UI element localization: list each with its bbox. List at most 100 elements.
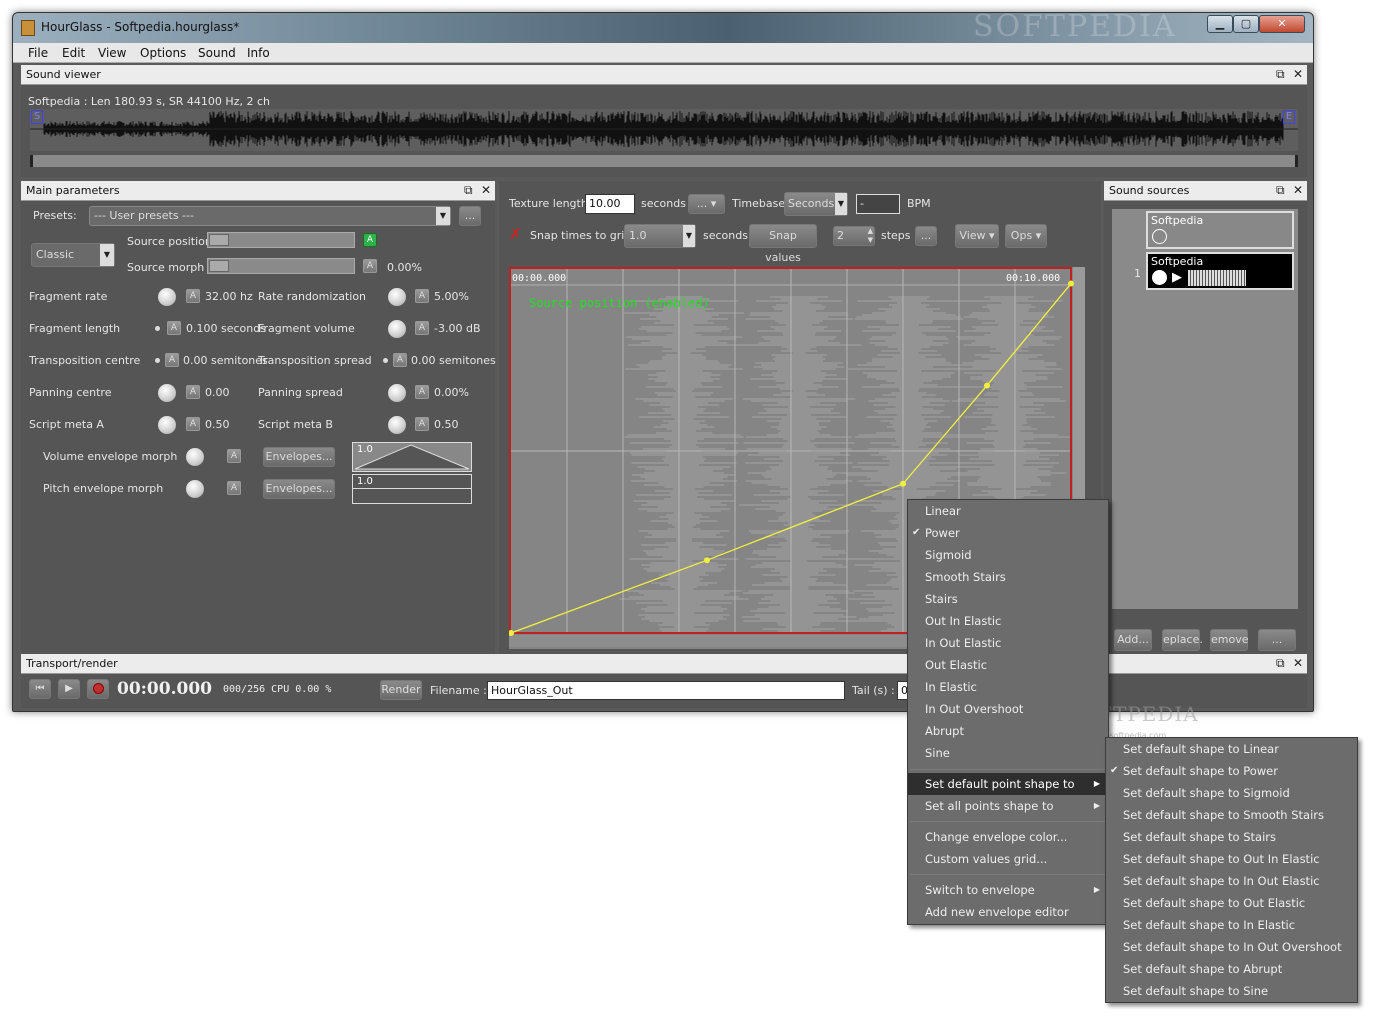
menu-item-shape[interactable]: In Out Elastic	[908, 632, 1108, 654]
close-icon[interactable]: ✕	[481, 183, 491, 197]
source-item[interactable]: Softpedia	[1146, 211, 1294, 249]
menu-options[interactable]: Options	[140, 46, 186, 60]
menu-info[interactable]: Info	[247, 46, 270, 60]
script-meta-b-knob[interactable]	[387, 415, 407, 435]
menu-item-shape[interactable]: Abrupt	[908, 720, 1108, 742]
menu-edit[interactable]: Edit	[62, 46, 85, 60]
source-knob-icon[interactable]	[1152, 229, 1167, 244]
source-morph-auto[interactable]: A	[363, 259, 377, 273]
fragment-rate-auto[interactable]: A	[186, 289, 200, 303]
menu-item-shape[interactable]: Sigmoid	[908, 544, 1108, 566]
menu-sound[interactable]: Sound	[198, 46, 236, 60]
snap-values-button[interactable]: Snap values	[749, 224, 817, 264]
play-icon[interactable]: ▶	[1172, 270, 1182, 285]
maximize-button[interactable]: ▢	[1233, 15, 1259, 33]
menu-item-shape[interactable]: In Out Overshoot	[908, 698, 1108, 720]
steps-more-button[interactable]: ...	[915, 226, 937, 246]
pitch-env-preview[interactable]: 1.0	[352, 474, 472, 504]
rate-randomization-knob[interactable]	[387, 287, 407, 307]
submenu-item-shape[interactable]: Set default shape to Linear	[1106, 738, 1357, 760]
presets-more-button[interactable]: ...	[459, 206, 481, 226]
menu-item-shape[interactable]: Linear	[908, 500, 1108, 522]
play-button[interactable]: ▶	[58, 679, 80, 699]
fragment-length-auto[interactable]: A	[167, 321, 181, 335]
panning-centre-knob[interactable]	[157, 383, 177, 403]
snap-select[interactable]: 1.0 ▼	[624, 224, 696, 248]
volume-env-auto[interactable]: A	[227, 449, 241, 463]
transposition-spread-auto[interactable]: A	[393, 353, 407, 367]
texture-more-dropdown[interactable]: ... ▾	[688, 194, 725, 214]
menu-item-set-default-shape[interactable]: Set default point shape to ▶	[908, 773, 1108, 795]
waveform-overview[interactable]: S E	[30, 109, 1298, 151]
envelope-point[interactable]	[704, 557, 710, 564]
submenu-item-shape[interactable]: ✔ Set default shape to Power	[1106, 760, 1357, 782]
submenu-item-shape[interactable]: Set default shape to Sigmoid	[1106, 782, 1357, 804]
menu-item-shape[interactable]: In Elastic	[908, 676, 1108, 698]
steps-spinbox[interactable]: 2 ▲ ▼	[833, 226, 875, 246]
submenu-item-shape[interactable]: Set default shape to Stairs	[1106, 826, 1357, 848]
submenu-item-shape[interactable]: Set default shape to Abrupt	[1106, 958, 1357, 980]
pitch-envelopes-button[interactable]: Envelopes...	[263, 479, 335, 499]
menu-item-shape[interactable]: Out In Elastic	[908, 610, 1108, 632]
filename-input[interactable]: HourGlass_Out	[487, 681, 845, 700]
panning-centre-auto[interactable]: A	[186, 385, 200, 399]
float-icon[interactable]: ⧉	[1276, 67, 1285, 82]
source-more-button[interactable]: ...	[1258, 629, 1296, 651]
menu-item-shape[interactable]: Out Elastic	[908, 654, 1108, 676]
title-bar[interactable]: HourGlass - Softpedia.hourglass* SOFTPED…	[13, 13, 1313, 44]
submenu-item-shape[interactable]: Set default shape to Out In Elastic	[1106, 848, 1357, 870]
view-button[interactable]: View ▾	[955, 224, 999, 248]
start-marker[interactable]: S	[31, 110, 43, 124]
remove-source-button[interactable]: emove	[1210, 629, 1249, 651]
snap-checkbox-icon[interactable]: ✗	[509, 227, 524, 242]
float-icon[interactable]: ⧉	[464, 183, 473, 198]
menu-view[interactable]: View	[98, 46, 126, 60]
transposition-centre-knob[interactable]	[155, 358, 160, 363]
panning-spread-knob[interactable]	[387, 383, 407, 403]
close-button[interactable]: ✕	[1259, 15, 1305, 33]
source-position-auto[interactable]: A	[363, 233, 377, 247]
transposition-centre-auto[interactable]: A	[165, 353, 179, 367]
menu-item-switch-envelope[interactable]: Switch to envelope ▶	[908, 879, 1108, 901]
float-icon[interactable]: ⧉	[1276, 656, 1285, 671]
script-meta-a-auto[interactable]: A	[186, 417, 200, 431]
fragment-volume-knob[interactable]	[387, 319, 407, 339]
panning-spread-auto[interactable]: A	[415, 385, 429, 399]
fragment-length-knob[interactable]	[155, 326, 160, 331]
submenu-item-shape[interactable]: Set default shape to In Out Overshoot	[1106, 936, 1357, 958]
submenu-item-shape[interactable]: Set default shape to In Elastic	[1106, 914, 1357, 936]
record-button[interactable]	[87, 679, 109, 699]
submenu-item-shape[interactable]: Set default shape to Out Elastic	[1106, 892, 1357, 914]
transposition-spread-knob[interactable]	[383, 358, 388, 363]
mode-select[interactable]: Classic ▼	[31, 243, 115, 267]
menu-item-shape[interactable]: ✔ Power	[908, 522, 1108, 544]
menu-item-change-color[interactable]: Change envelope color...	[908, 826, 1108, 848]
menu-item-shape[interactable]: Stairs	[908, 588, 1108, 610]
pitch-env-auto[interactable]: A	[227, 481, 241, 495]
envelope-point[interactable]	[984, 382, 990, 389]
menu-item-shape[interactable]: Sine	[908, 742, 1108, 764]
minimize-button[interactable]: ▁	[1207, 15, 1233, 33]
menu-item-add-editor[interactable]: Add new envelope editor	[908, 901, 1108, 923]
source-item-selected[interactable]: Softpedia ▶	[1146, 252, 1294, 290]
envelope-point[interactable]	[900, 480, 906, 487]
add-source-button[interactable]: Add...	[1114, 629, 1152, 651]
rate-randomization-auto[interactable]: A	[415, 289, 429, 303]
ops-button[interactable]: Ops ▾	[1005, 224, 1047, 248]
presets-select[interactable]: --- User presets --- ▼	[89, 206, 451, 226]
menu-item-custom-grid[interactable]: Custom values grid...	[908, 848, 1108, 870]
menu-item-shape[interactable]: Smooth Stairs	[908, 566, 1108, 588]
submenu-item-shape[interactable]: Set default shape to Smooth Stairs	[1106, 804, 1357, 826]
volume-envelopes-button[interactable]: Envelopes...	[263, 447, 335, 467]
close-icon[interactable]: ✕	[1293, 656, 1303, 670]
fragment-rate-knob[interactable]	[157, 287, 177, 307]
volume-env-preview[interactable]: 1.0	[352, 442, 472, 472]
source-knob-icon[interactable]	[1152, 270, 1167, 285]
source-morph-slider[interactable]	[207, 258, 355, 274]
source-position-slider[interactable]	[207, 232, 355, 248]
envelope-point[interactable]	[1068, 280, 1074, 287]
pitch-env-knob[interactable]	[185, 479, 205, 499]
script-meta-b-auto[interactable]: A	[415, 417, 429, 431]
close-icon[interactable]: ✕	[1293, 67, 1303, 81]
rewind-button[interactable]: ⏮	[29, 679, 51, 699]
